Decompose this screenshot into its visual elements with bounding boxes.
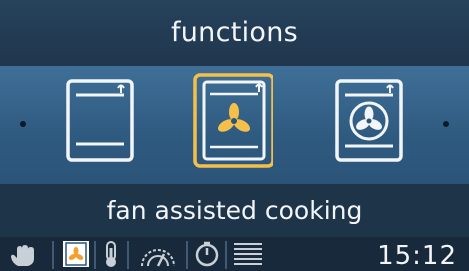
carousel-right-dot[interactable] xyxy=(443,121,449,127)
selected-function-label: fan assisted cooking xyxy=(0,184,469,237)
clock: 15:12 xyxy=(377,241,457,271)
fan-oven-icon[interactable] xyxy=(333,73,413,168)
oven-display: functions fan assisted cooking 15:12 xyxy=(0,0,469,271)
conventional-oven-icon[interactable] xyxy=(64,73,144,168)
status-bar-separators xyxy=(52,241,227,269)
fan-assisted-oven-icon[interactable] xyxy=(193,73,273,168)
status-bar: 15:12 xyxy=(0,237,469,271)
carousel-left-dot[interactable] xyxy=(20,121,26,127)
function-carousel xyxy=(0,66,469,184)
page-title: functions xyxy=(0,0,469,66)
